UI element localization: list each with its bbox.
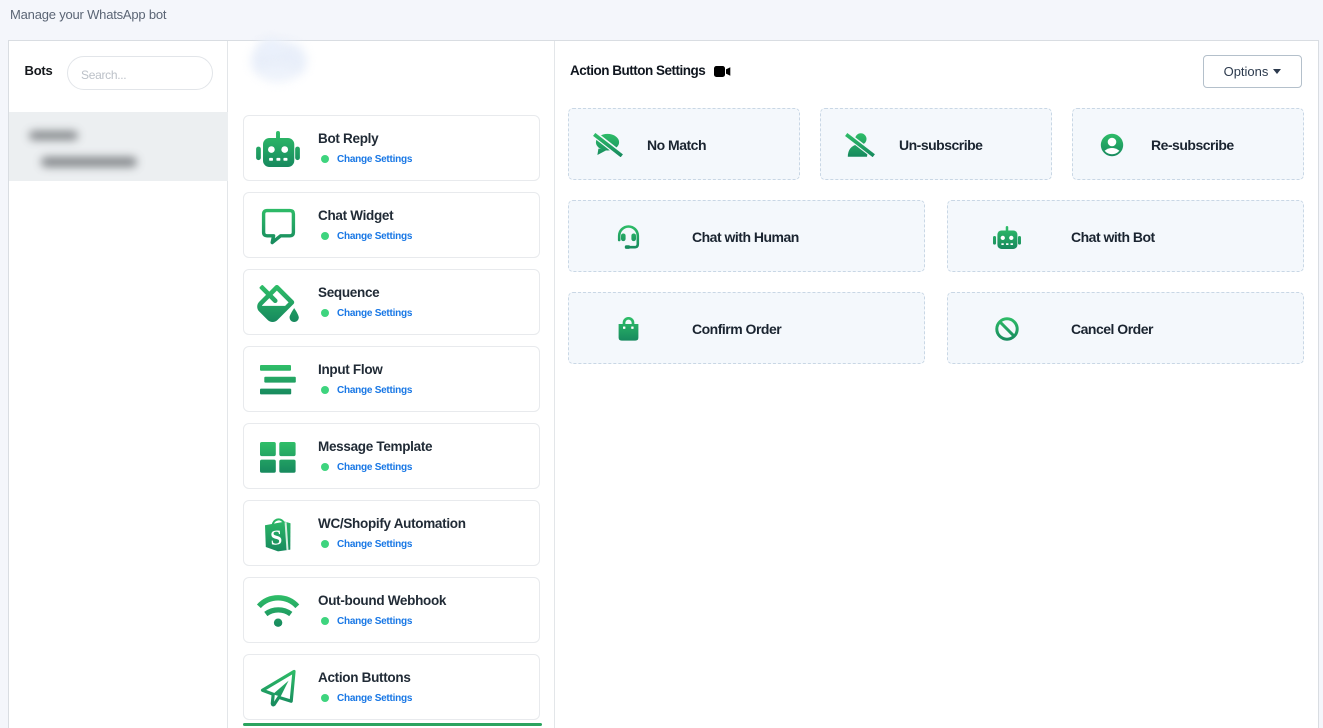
svg-text:S: S (270, 525, 283, 550)
